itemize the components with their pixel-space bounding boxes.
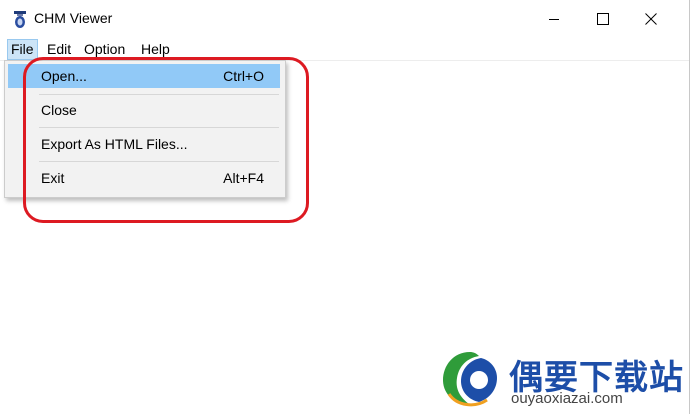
close-button[interactable] — [628, 0, 674, 38]
menu-file[interactable]: File — [7, 39, 38, 60]
watermark: 偶要下载站 ouyaoxiazai.com — [439, 346, 689, 412]
close-icon — [645, 13, 657, 25]
maximize-button[interactable] — [580, 0, 626, 38]
minimize-icon — [549, 19, 559, 20]
title-bar[interactable]: CHM Viewer — [0, 0, 689, 38]
annotation-outline — [23, 57, 309, 223]
window-title: CHM Viewer — [34, 10, 113, 26]
watermark-logo-icon — [443, 352, 497, 407]
watermark-url: ouyaoxiazai.com — [511, 390, 623, 407]
minimize-button[interactable] — [531, 0, 577, 38]
app-icon — [14, 11, 26, 28]
maximize-icon — [597, 13, 609, 25]
